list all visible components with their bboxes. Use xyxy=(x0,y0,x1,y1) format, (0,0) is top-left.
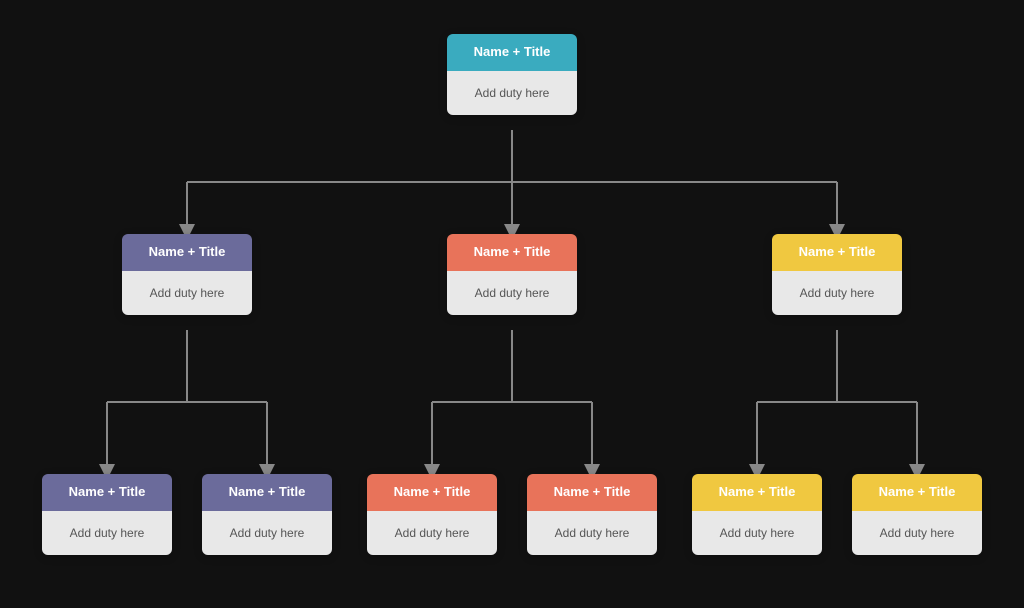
node-bot_ll[interactable]: Name + TitleAdd duty here xyxy=(42,474,172,555)
node-header-root: Name + Title xyxy=(447,34,577,71)
node-body-bot_cr: Add duty here xyxy=(527,511,657,555)
node-header-bot_rl: Name + Title xyxy=(692,474,822,511)
node-header-mid_left: Name + Title xyxy=(122,234,252,271)
node-header-bot_rr: Name + Title xyxy=(852,474,982,511)
node-body-bot_lr: Add duty here xyxy=(202,511,332,555)
node-bot_cl[interactable]: Name + TitleAdd duty here xyxy=(367,474,497,555)
node-mid_center[interactable]: Name + TitleAdd duty here xyxy=(447,234,577,315)
node-mid_right[interactable]: Name + TitleAdd duty here xyxy=(772,234,902,315)
node-body-bot_cl: Add duty here xyxy=(367,511,497,555)
node-body-mid_center: Add duty here xyxy=(447,271,577,315)
node-header-bot_lr: Name + Title xyxy=(202,474,332,511)
node-body-mid_right: Add duty here xyxy=(772,271,902,315)
node-body-bot_rr: Add duty here xyxy=(852,511,982,555)
node-body-mid_left: Add duty here xyxy=(122,271,252,315)
node-bot_cr[interactable]: Name + TitleAdd duty here xyxy=(527,474,657,555)
node-mid_left[interactable]: Name + TitleAdd duty here xyxy=(122,234,252,315)
node-header-bot_cr: Name + Title xyxy=(527,474,657,511)
node-body-bot_rl: Add duty here xyxy=(692,511,822,555)
org-chart: Name + TitleAdd duty hereName + TitleAdd… xyxy=(22,14,1002,594)
node-header-mid_right: Name + Title xyxy=(772,234,902,271)
node-body-bot_ll: Add duty here xyxy=(42,511,172,555)
node-header-mid_center: Name + Title xyxy=(447,234,577,271)
node-body-root: Add duty here xyxy=(447,71,577,115)
node-root[interactable]: Name + TitleAdd duty here xyxy=(447,34,577,115)
node-bot_rr[interactable]: Name + TitleAdd duty here xyxy=(852,474,982,555)
node-bot_rl[interactable]: Name + TitleAdd duty here xyxy=(692,474,822,555)
node-header-bot_cl: Name + Title xyxy=(367,474,497,511)
node-bot_lr[interactable]: Name + TitleAdd duty here xyxy=(202,474,332,555)
node-header-bot_ll: Name + Title xyxy=(42,474,172,511)
